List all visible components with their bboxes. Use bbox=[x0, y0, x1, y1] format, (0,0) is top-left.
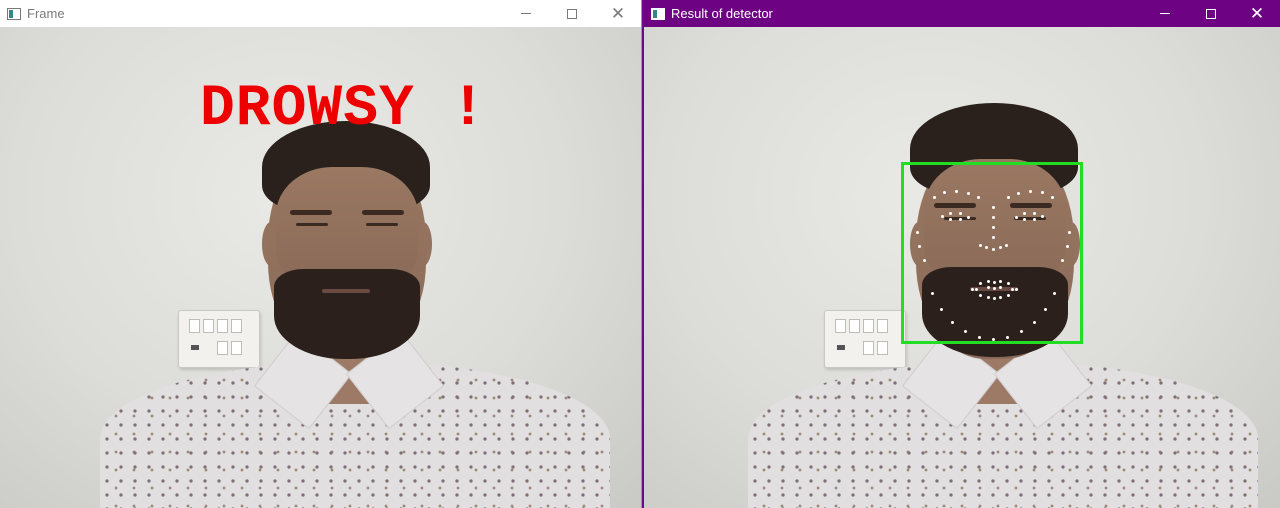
landmark-point bbox=[993, 281, 996, 284]
landmark-point bbox=[987, 280, 990, 283]
camera-frame-view: DROWSY ! bbox=[0, 27, 641, 508]
landmark-point bbox=[1044, 307, 1048, 311]
landmark-point bbox=[943, 191, 946, 194]
window-title: Frame bbox=[27, 6, 65, 21]
landmark-point bbox=[967, 216, 970, 219]
landmark-point bbox=[999, 280, 1002, 283]
drowsy-alert-text: DROWSY ! bbox=[200, 77, 487, 142]
landmark-point bbox=[1067, 230, 1071, 234]
landmark-point bbox=[992, 216, 995, 219]
landmark-point bbox=[1029, 190, 1032, 193]
landmark-point bbox=[1033, 212, 1036, 215]
close-icon: ✕ bbox=[1249, 4, 1265, 23]
landmark-point bbox=[949, 218, 952, 221]
landmark-point bbox=[967, 192, 970, 195]
landmark-point bbox=[992, 338, 995, 341]
landmark-point bbox=[999, 296, 1002, 299]
landmark-point bbox=[987, 286, 990, 289]
app-icon bbox=[7, 7, 21, 20]
landmark-point bbox=[979, 244, 982, 247]
landmark-point bbox=[992, 226, 995, 229]
landmark-point bbox=[977, 336, 981, 340]
landmark-point bbox=[1033, 218, 1036, 221]
detector-result-view bbox=[644, 27, 1280, 508]
landmark-point bbox=[979, 282, 982, 285]
frame-titlebar[interactable]: Frame ✕ bbox=[0, 0, 641, 27]
landmark-point bbox=[1011, 288, 1014, 291]
minimize-icon bbox=[521, 13, 531, 14]
landmark-point bbox=[1005, 244, 1008, 247]
landmark-point bbox=[941, 215, 944, 218]
landmark-point bbox=[930, 291, 934, 295]
landmark-point bbox=[1023, 218, 1026, 221]
close-button[interactable]: ✕ bbox=[595, 0, 641, 27]
right-eye bbox=[366, 223, 398, 226]
landmark-point bbox=[992, 236, 995, 239]
landmark-point bbox=[1051, 196, 1054, 199]
close-button[interactable]: ✕ bbox=[1234, 0, 1280, 27]
landmark-point bbox=[993, 287, 996, 290]
landmark-point bbox=[975, 288, 978, 291]
landmark-point bbox=[1007, 282, 1010, 285]
landmark-point bbox=[1015, 288, 1018, 291]
landmark-point bbox=[933, 196, 936, 199]
landmark-point bbox=[993, 297, 996, 300]
minimize-button[interactable] bbox=[503, 0, 549, 27]
landmark-point bbox=[1017, 192, 1020, 195]
landmark-point bbox=[992, 206, 995, 209]
landmark-point bbox=[985, 246, 988, 249]
landmark-point bbox=[987, 296, 990, 299]
window-title: Result of detector bbox=[671, 6, 773, 21]
left-eye bbox=[296, 223, 328, 226]
face-detection-box bbox=[901, 162, 1083, 344]
maximize-icon bbox=[1206, 8, 1216, 19]
landmark-point bbox=[971, 288, 974, 291]
landmark-point bbox=[999, 246, 1002, 249]
result-titlebar[interactable]: Result of detector ✕ bbox=[644, 0, 1280, 27]
result-window[interactable]: Result of detector ✕ bbox=[642, 0, 1280, 508]
landmark-point bbox=[959, 218, 962, 221]
landmark-point bbox=[959, 212, 962, 215]
maximize-icon bbox=[567, 8, 577, 19]
landmark-point bbox=[1023, 212, 1026, 215]
frame-window[interactable]: Frame ✕ DROWSY ! bbox=[0, 0, 642, 508]
landmark-point bbox=[979, 294, 982, 297]
landmark-point bbox=[992, 248, 995, 251]
minimize-icon bbox=[1160, 13, 1170, 14]
wall-switchboard bbox=[824, 310, 906, 368]
close-icon: ✕ bbox=[610, 4, 626, 23]
landmark-point bbox=[1015, 216, 1018, 219]
landmark-point bbox=[955, 190, 958, 193]
landmark-point bbox=[951, 320, 955, 324]
landmark-point bbox=[939, 307, 943, 311]
landmark-point bbox=[999, 286, 1002, 289]
minimize-button[interactable] bbox=[1142, 0, 1188, 27]
wall-switchboard bbox=[178, 310, 260, 368]
beard bbox=[274, 269, 420, 359]
maximize-button[interactable] bbox=[549, 0, 595, 27]
app-icon bbox=[651, 7, 665, 20]
landmark-point bbox=[1007, 294, 1010, 297]
landmark-point bbox=[977, 196, 980, 199]
maximize-button[interactable] bbox=[1188, 0, 1234, 27]
landmark-point bbox=[1032, 320, 1036, 324]
landmark-point bbox=[1007, 196, 1010, 199]
landmark-point bbox=[949, 212, 952, 215]
landmark-point bbox=[1041, 191, 1044, 194]
landmark-point bbox=[1041, 215, 1044, 218]
